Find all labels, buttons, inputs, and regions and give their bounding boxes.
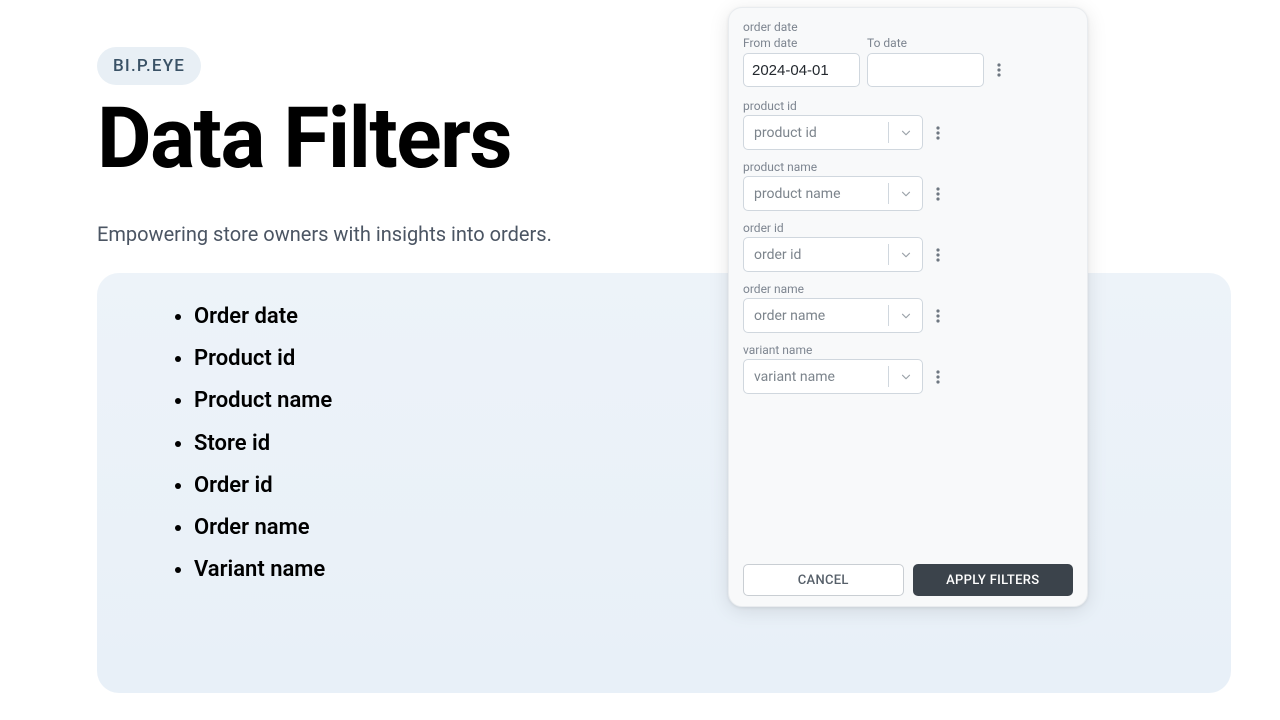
filter-names-list: Order date Product id Product name Store… <box>174 305 332 600</box>
select-placeholder: order name <box>754 308 825 324</box>
order-id-select[interactable]: order id <box>743 237 923 272</box>
list-item: Order id <box>194 474 332 498</box>
kebab-icon <box>936 126 940 140</box>
kebab-icon <box>997 63 1001 77</box>
order-date-section-label: order date <box>743 20 1073 34</box>
chevron-down-icon <box>898 247 914 263</box>
select-placeholder: product name <box>754 186 841 202</box>
filter-options-button[interactable] <box>930 360 946 394</box>
filter-options-button[interactable] <box>930 177 946 211</box>
date-range-row: From date To date <box>743 36 1073 87</box>
filter-select-row: variant name <box>743 359 1073 394</box>
chevron-down-icon <box>898 186 914 202</box>
from-date-column: From date <box>743 36 860 87</box>
order-name-select[interactable]: order name <box>743 298 923 333</box>
to-date-column: To date <box>867 36 984 87</box>
select-divider <box>888 366 889 387</box>
kebab-icon <box>936 248 940 262</box>
list-item: Product name <box>194 389 332 413</box>
select-divider <box>888 305 889 326</box>
filter-panel: order date From date To date product idp… <box>728 7 1088 607</box>
filter-group: variant name variant name <box>743 343 1073 394</box>
brand-pill: BI.P.EYE <box>97 47 201 85</box>
from-date-input[interactable] <box>743 53 860 87</box>
filter-select-row: order name <box>743 298 1073 333</box>
kebab-icon <box>936 187 940 201</box>
select-divider <box>888 244 889 265</box>
filter-options-button[interactable] <box>930 299 946 333</box>
list-item: Store id <box>194 432 332 456</box>
apply-filters-button[interactable]: APPLY FILTERS <box>913 564 1074 596</box>
filter-select-row: order id <box>743 237 1073 272</box>
filter-label: product id <box>743 99 1073 113</box>
list-item: Variant name <box>194 558 332 582</box>
select-placeholder: product id <box>754 125 817 141</box>
filter-options-button[interactable] <box>930 238 946 272</box>
chevron-down-icon <box>898 369 914 385</box>
filter-label: variant name <box>743 343 1073 357</box>
select-divider <box>888 183 889 204</box>
product-name-select[interactable]: product name <box>743 176 923 211</box>
select-placeholder: order id <box>754 247 801 263</box>
filter-options-button[interactable] <box>930 116 946 150</box>
select-placeholder: variant name <box>754 369 835 385</box>
product-id-select[interactable]: product id <box>743 115 923 150</box>
cancel-button[interactable]: CANCEL <box>743 564 904 596</box>
filter-select-row: product name <box>743 176 1073 211</box>
list-item: Product id <box>194 347 332 371</box>
page-title: Data Filters <box>97 95 511 183</box>
to-date-label: To date <box>867 36 984 50</box>
chevron-down-icon <box>898 308 914 324</box>
filter-group: product id product id <box>743 99 1073 150</box>
filter-label: product name <box>743 160 1073 174</box>
filter-group: order name order name <box>743 282 1073 333</box>
variant-name-select[interactable]: variant name <box>743 359 923 394</box>
filter-panel-body: order date From date To date product idp… <box>743 20 1073 556</box>
select-divider <box>888 122 889 143</box>
from-date-label: From date <box>743 36 860 50</box>
date-options-button[interactable] <box>991 53 1007 87</box>
list-item: Order date <box>194 305 332 329</box>
to-date-input[interactable] <box>867 53 984 87</box>
filter-group: product name product name <box>743 160 1073 211</box>
filter-label: order name <box>743 282 1073 296</box>
filter-panel-footer: CANCEL APPLY FILTERS <box>743 556 1073 596</box>
list-item: Order name <box>194 516 332 540</box>
kebab-icon <box>936 309 940 323</box>
chevron-down-icon <box>898 125 914 141</box>
filter-label: order id <box>743 221 1073 235</box>
filter-group: order id order id <box>743 221 1073 272</box>
page-subtitle: Empowering store owners with insights in… <box>97 222 552 246</box>
kebab-icon <box>936 370 940 384</box>
filter-select-row: product id <box>743 115 1073 150</box>
